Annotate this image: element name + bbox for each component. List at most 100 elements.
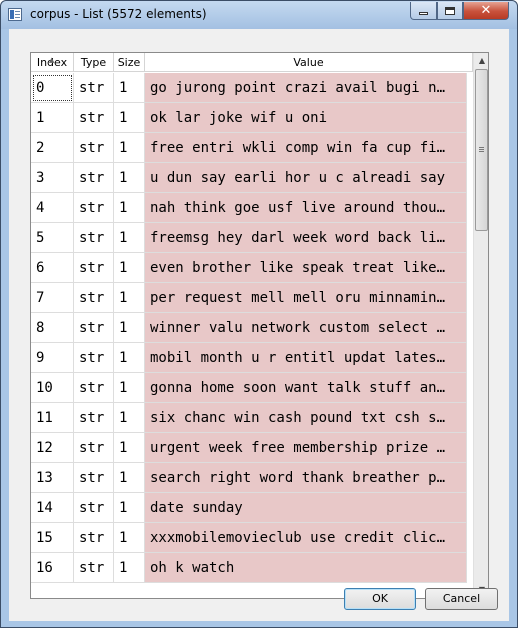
value-cell[interactable]: ok lar joke wif u oni — [145, 103, 467, 133]
column-header-size[interactable]: Size — [114, 53, 145, 72]
scrollbar-thumb[interactable] — [475, 69, 488, 231]
table-row[interactable]: 3 str 1 u dun say earli hor u c alreadi say — [31, 163, 475, 193]
value-cell[interactable]: winner valu network custom select … — [145, 313, 467, 343]
value-cell[interactable]: u dun say earli hor u c alreadi say — [145, 163, 467, 193]
index-cell[interactable]: 5 — [31, 223, 74, 253]
size-cell[interactable]: 1 — [114, 313, 145, 343]
type-cell[interactable]: str — [74, 283, 114, 313]
table-row[interactable]: 6 str 1 even brother like speak treat like… — [31, 253, 475, 283]
type-cell[interactable]: str — [74, 523, 114, 553]
index-cell[interactable]: 0 — [31, 73, 74, 103]
table-row[interactable]: 13 str 1 search right word thank breather p… — [31, 463, 475, 493]
table-row[interactable]: 5 str 1 freemsg hey darl week word back li… — [31, 223, 475, 253]
maximize-icon — [445, 6, 455, 15]
size-cell[interactable]: 1 — [114, 133, 145, 163]
value-cell[interactable]: freemsg hey darl week word back li… — [145, 223, 467, 253]
type-cell[interactable]: str — [74, 433, 114, 463]
table-row[interactable]: 9 str 1 mobil month u r entitl updat lates… — [31, 343, 475, 373]
index-cell[interactable]: 10 — [31, 373, 74, 403]
index-cell[interactable]: 3 — [31, 163, 74, 193]
index-cell[interactable]: 12 — [31, 433, 74, 463]
type-cell[interactable]: str — [74, 133, 114, 163]
type-cell[interactable]: str — [74, 553, 114, 583]
minimize-button[interactable] — [410, 2, 437, 20]
index-cell[interactable]: 6 — [31, 253, 74, 283]
value-cell[interactable]: oh k watch — [145, 553, 467, 583]
type-cell[interactable]: str — [74, 343, 114, 373]
type-cell[interactable]: str — [74, 193, 114, 223]
index-cell[interactable]: 9 — [31, 343, 74, 373]
size-cell[interactable]: 1 — [114, 403, 145, 433]
vertical-scrollbar[interactable]: ▲ ▼ — [473, 53, 488, 598]
value-cell[interactable]: mobil month u r entitl updat lates… — [145, 343, 467, 373]
type-cell[interactable]: str — [74, 313, 114, 343]
column-header-index[interactable]: ▲ Index — [31, 53, 74, 72]
column-header-value[interactable]: Value — [145, 53, 473, 72]
table-row[interactable]: 1 str 1 ok lar joke wif u oni — [31, 103, 475, 133]
type-cell[interactable]: str — [74, 403, 114, 433]
ok-button[interactable]: OK — [344, 588, 416, 610]
title-bar[interactable]: corpus - List (5572 elements) ✕ — [1, 1, 517, 29]
index-cell[interactable]: 7 — [31, 283, 74, 313]
size-cell[interactable]: 1 — [114, 553, 145, 583]
index-cell[interactable]: 8 — [31, 313, 74, 343]
close-button[interactable]: ✕ — [463, 2, 509, 20]
table-row[interactable]: 0 str 1 go jurong point crazi avail bugi n… — [31, 73, 475, 103]
table-row[interactable]: 14 str 1 date sunday — [31, 493, 475, 523]
index-cell[interactable]: 1 — [31, 103, 74, 133]
value-cell[interactable]: urgent week free membership prize … — [145, 433, 467, 463]
table-row[interactable]: 16 str 1 oh k watch — [31, 553, 475, 583]
table-row[interactable]: 11 str 1 six chanc win cash pound txt csh s… — [31, 403, 475, 433]
value-cell[interactable]: per request mell mell oru minnamin… — [145, 283, 467, 313]
value-cell[interactable]: nah think goe usf live around thou… — [145, 193, 467, 223]
index-cell[interactable]: 4 — [31, 193, 74, 223]
cancel-button[interactable]: Cancel — [425, 588, 498, 610]
value-cell[interactable]: gonna home soon want talk stuff an… — [145, 373, 467, 403]
value-cell[interactable]: even brother like speak treat like… — [145, 253, 467, 283]
size-cell[interactable]: 1 — [114, 253, 145, 283]
type-cell[interactable]: str — [74, 163, 114, 193]
index-cell[interactable]: 14 — [31, 493, 74, 523]
index-cell[interactable]: 15 — [31, 523, 74, 553]
size-cell[interactable]: 1 — [114, 343, 145, 373]
table-row[interactable]: 4 str 1 nah think goe usf live around thou… — [31, 193, 475, 223]
size-cell[interactable]: 1 — [114, 523, 145, 553]
size-cell[interactable]: 1 — [114, 283, 145, 313]
value-cell[interactable]: date sunday — [145, 493, 467, 523]
type-cell[interactable]: str — [74, 223, 114, 253]
value-cell[interactable]: six chanc win cash pound txt csh s… — [145, 403, 467, 433]
index-cell[interactable]: 2 — [31, 133, 74, 163]
table-row[interactable]: 15 str 1 xxxmobilemovieclub use credit clic… — [31, 523, 475, 553]
index-cell[interactable]: 13 — [31, 463, 74, 493]
type-cell[interactable]: str — [74, 493, 114, 523]
table-row[interactable]: 2 str 1 free entri wkli comp win fa cup fi… — [31, 133, 475, 163]
column-header-type[interactable]: Type — [74, 53, 114, 72]
size-cell[interactable]: 1 — [114, 73, 145, 103]
size-cell[interactable]: 1 — [114, 373, 145, 403]
value-cell[interactable]: xxxmobilemovieclub use credit clic… — [145, 523, 467, 553]
size-cell[interactable]: 1 — [114, 193, 145, 223]
table-row[interactable]: 12 str 1 urgent week free membership prize … — [31, 433, 475, 463]
type-cell[interactable]: str — [74, 253, 114, 283]
size-cell[interactable]: 1 — [114, 223, 145, 253]
table-row[interactable]: 10 str 1 gonna home soon want talk stuff an… — [31, 373, 475, 403]
scroll-up-icon[interactable]: ▲ — [474, 53, 488, 69]
type-cell[interactable]: str — [74, 103, 114, 133]
size-cell[interactable]: 1 — [114, 433, 145, 463]
type-cell[interactable]: str — [74, 73, 114, 103]
size-cell[interactable]: 1 — [114, 103, 145, 133]
value-cell[interactable]: go jurong point crazi avail bugi n… — [145, 73, 467, 103]
maximize-button[interactable] — [437, 2, 463, 20]
index-cell[interactable]: 16 — [31, 553, 74, 583]
size-cell[interactable]: 1 — [114, 163, 145, 193]
value-cell[interactable]: search right word thank breather p… — [145, 463, 467, 493]
table-row[interactable]: 7 str 1 per request mell mell oru minnamin… — [31, 283, 475, 313]
size-cell[interactable]: 1 — [114, 463, 145, 493]
table-row[interactable]: 8 str 1 winner valu network custom select … — [31, 313, 475, 343]
index-cell[interactable]: 11 — [31, 403, 74, 433]
type-cell[interactable]: str — [74, 463, 114, 493]
list-window-icon — [8, 8, 22, 21]
value-cell[interactable]: free entri wkli comp win fa cup fi… — [145, 133, 467, 163]
type-cell[interactable]: str — [74, 373, 114, 403]
size-cell[interactable]: 1 — [114, 493, 145, 523]
